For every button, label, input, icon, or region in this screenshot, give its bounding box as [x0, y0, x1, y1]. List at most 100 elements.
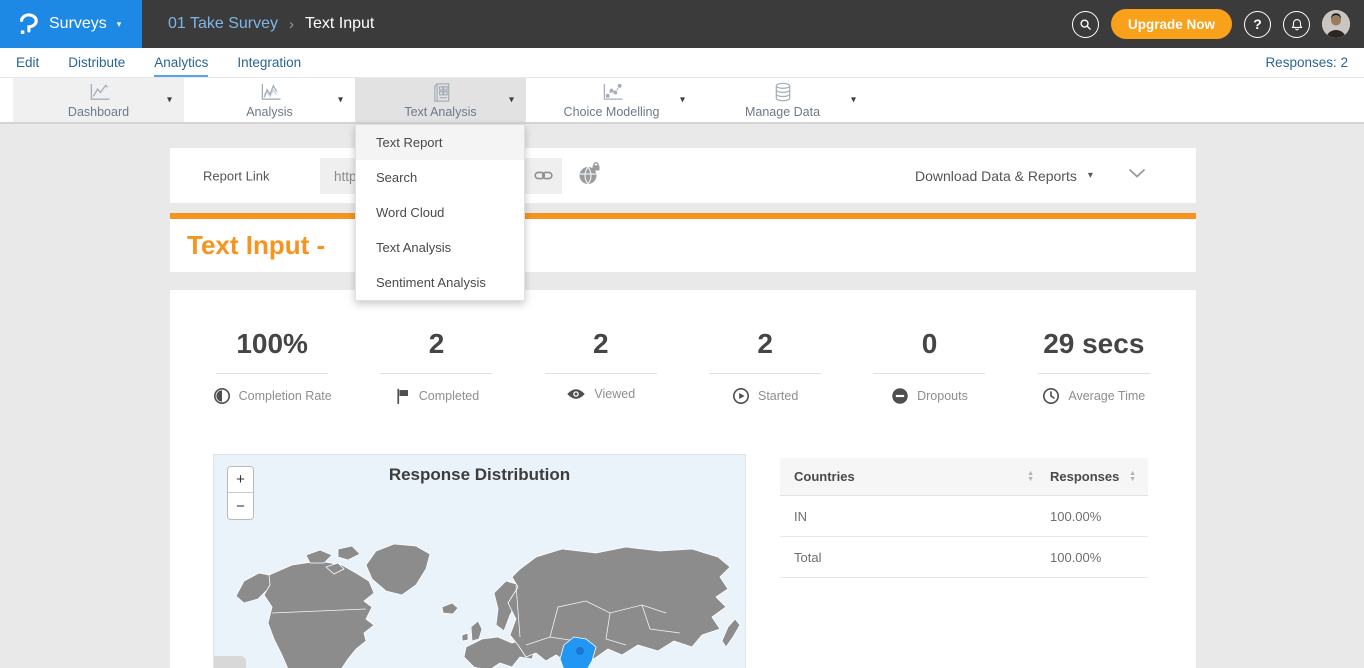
sort-icon[interactable]: ▲▼ [1027, 471, 1034, 483]
minus-circle-icon [891, 387, 909, 405]
text-report-icon [428, 82, 454, 103]
report-link-card: Report Link Download Data & Reports ▾ [170, 148, 1196, 203]
report-link-label: Report Link [203, 168, 269, 183]
responses-column-header[interactable]: Responses [1050, 469, 1119, 484]
sort-icon[interactable]: ▲▼ [1129, 471, 1136, 483]
countries-table: Countries ▲▼ Responses ▲▼ IN 100.00% Tot… [780, 458, 1148, 578]
menu-item-sentiment-analysis[interactable]: Sentiment Analysis [356, 265, 524, 300]
copy-link-icon[interactable] [533, 165, 554, 186]
surveys-menu[interactable]: Surveys ▾ [0, 0, 142, 48]
zoom-in-button[interactable]: + [228, 467, 253, 493]
map-zoom-control: + − [227, 466, 254, 520]
flag-icon [394, 387, 411, 405]
chevron-down-icon[interactable]: ▾ [851, 95, 856, 106]
bell-icon [1290, 17, 1304, 32]
tab-manage-data[interactable]: Manage Data ▾ [697, 78, 868, 122]
divider [216, 373, 328, 374]
tab-label: Choice Modelling [564, 105, 660, 119]
country-cell: Total [794, 550, 1050, 565]
stat-dropouts: 0 Dropouts [847, 290, 1011, 405]
scatter-chart-icon [599, 82, 625, 103]
chevron-down-icon[interactable]: ▾ [167, 95, 172, 106]
divider [709, 373, 821, 374]
help-button[interactable]: ? [1244, 11, 1271, 38]
nav-item-distribute[interactable]: Distribute [68, 48, 125, 77]
notifications-button[interactable] [1283, 11, 1310, 38]
trend-chart-icon [257, 82, 283, 103]
map-title: Response Distribution [214, 465, 745, 485]
stat-value: 2 [354, 328, 518, 360]
text-analysis-dropdown-menu: Text Report Search Word Cloud Text Analy… [355, 124, 525, 301]
tab-label: Text Analysis [404, 105, 476, 119]
tab-label: Manage Data [745, 105, 820, 119]
nav-item-analytics[interactable]: Analytics [154, 48, 208, 77]
analytics-toolbar: Dashboard ▾ Analysis ▾ Text Analys [0, 77, 1364, 124]
globe-lock-icon[interactable] [577, 162, 601, 186]
stat-viewed: 2 Viewed [519, 290, 683, 405]
stat-label: Started [758, 389, 798, 403]
breadcrumb-current-page: Text Input [305, 15, 374, 33]
search-icon [1078, 17, 1093, 32]
stat-label: Completed [419, 389, 479, 403]
topbar-actions: Upgrade Now ? [1072, 9, 1364, 39]
response-distribution-map[interactable]: Response Distribution + − [213, 454, 746, 668]
menu-item-search[interactable]: Search [356, 160, 524, 195]
tab-analysis[interactable]: Analysis ▾ [184, 78, 355, 122]
stat-average-time: 29 secs Average Time [1012, 290, 1176, 405]
responses-count: Responses: 2 [1265, 55, 1348, 70]
chevron-down-icon[interactable]: ▾ [509, 95, 514, 106]
tab-dashboard[interactable]: Dashboard ▾ [13, 78, 184, 122]
menu-item-text-analysis[interactable]: Text Analysis [356, 230, 524, 265]
stat-completed: 2 Completed [354, 290, 518, 405]
country-cell: IN [794, 509, 1050, 524]
breadcrumb-separator: › [289, 16, 294, 33]
divider [380, 373, 492, 374]
chevron-down-icon: ▾ [117, 20, 122, 29]
questionpro-logo-icon [17, 12, 39, 37]
stat-value: 2 [683, 328, 847, 360]
stat-started: 2 Started [683, 290, 847, 405]
stat-value: 2 [519, 328, 683, 360]
map-attribution [214, 656, 246, 668]
tab-choice-modelling[interactable]: Choice Modelling ▾ [526, 78, 697, 122]
table-header-row: Countries ▲▼ Responses ▲▼ [780, 458, 1148, 496]
breadcrumb-survey-link[interactable]: 01 Take Survey [168, 15, 278, 33]
product-name: Surveys [49, 15, 107, 33]
avatar[interactable] [1322, 10, 1350, 38]
stat-label: Viewed [594, 387, 635, 401]
play-icon [732, 387, 750, 405]
database-icon [770, 82, 796, 103]
report-body-card: 100% Completion Rate 2 [170, 290, 1196, 668]
collapse-chevron-icon[interactable] [1128, 168, 1146, 179]
stat-value: 100% [190, 328, 354, 360]
divider [545, 373, 657, 374]
countries-column-header[interactable]: Countries [794, 469, 855, 484]
tab-text-analysis[interactable]: Text Analysis ▾ [355, 78, 526, 122]
upgrade-now-button[interactable]: Upgrade Now [1111, 9, 1232, 39]
download-data-reports-dropdown[interactable]: Download Data & Reports ▾ [915, 168, 1093, 184]
table-row: IN 100.00% [780, 496, 1148, 537]
survey-nav: Edit Distribute Analytics Integration Re… [0, 48, 1364, 77]
stat-label: Completion Rate [239, 389, 332, 403]
clock-icon [1042, 387, 1060, 405]
breadcrumb: 01 Take Survey › Text Input [168, 15, 374, 33]
chevron-down-icon[interactable]: ▾ [338, 95, 343, 106]
tab-label: Analysis [246, 105, 293, 119]
page-title: Text Input - [187, 230, 325, 261]
responses-cell: 100.00% [1050, 550, 1136, 565]
zoom-out-button[interactable]: − [228, 493, 253, 519]
menu-item-word-cloud[interactable]: Word Cloud [356, 195, 524, 230]
chevron-down-icon[interactable]: ▾ [680, 95, 685, 106]
chevron-down-icon: ▾ [1088, 170, 1093, 181]
completion-rate-icon [213, 387, 231, 405]
search-button[interactable] [1072, 11, 1099, 38]
stat-value: 0 [847, 328, 1011, 360]
download-data-reports-label: Download Data & Reports [915, 168, 1077, 184]
divider [1038, 373, 1150, 374]
nav-item-edit[interactable]: Edit [16, 48, 39, 77]
stats-row: 100% Completion Rate 2 [170, 290, 1196, 405]
nav-item-integration[interactable]: Integration [237, 48, 301, 77]
stat-completion-rate: 100% Completion Rate [190, 290, 354, 405]
menu-item-text-report[interactable]: Text Report [356, 125, 524, 160]
world-map [214, 541, 747, 668]
